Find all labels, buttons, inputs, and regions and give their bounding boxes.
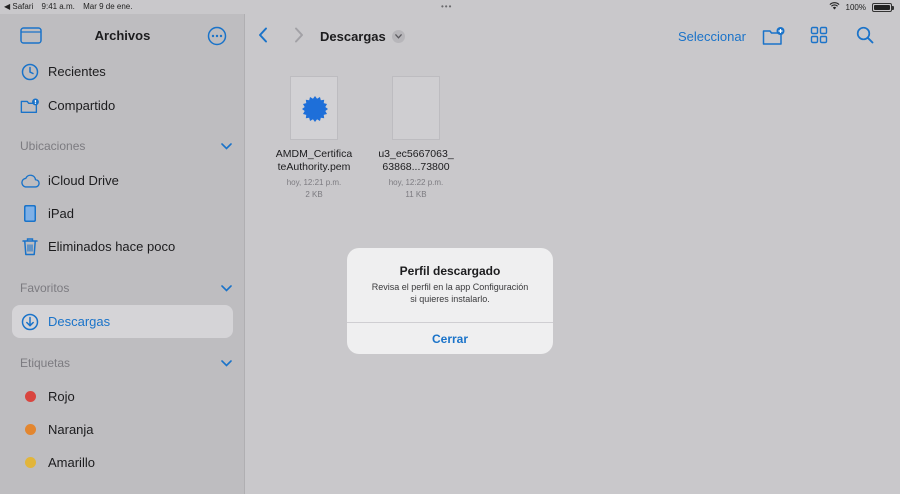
file-item[interactable]: u3_ec5667063_ 63868...73800 hoy, 12:22 p… — [361, 76, 471, 201]
sidebar-item-label: Eliminados hace poco — [48, 239, 176, 254]
status-bar: ◀ Safari 9:41 a.m. Mar 9 de ene. ••• 100… — [0, 0, 900, 14]
multitasking-dots[interactable]: ••• — [441, 2, 452, 11]
tag-color-dot-icon — [20, 420, 40, 440]
sidebar-item-descargas[interactable]: Descargas — [12, 305, 233, 338]
chevron-down-icon — [391, 30, 405, 43]
sidebar-item-label: Compartido — [48, 98, 116, 113]
trash-icon — [20, 237, 40, 257]
sidebar-item-label: iPad — [48, 206, 75, 221]
file-meta: hoy, 12:22 p.m. 11 KB — [388, 178, 444, 199]
sidebar-item-icloud-drive[interactable]: iCloud Drive — [12, 164, 233, 197]
toolbar: Descargas Seleccionar — [246, 22, 900, 50]
alert-message: Revisa el perfil en la app Configuración… — [371, 282, 529, 304]
search-icon[interactable] — [856, 26, 874, 49]
clock-icon — [20, 62, 40, 82]
alert-title: Perfil descargado — [399, 264, 501, 278]
profile-downloaded-alert: Perfil descargado Revisa el perfil en la… — [347, 248, 553, 354]
sidebar-item-recientes[interactable]: Recientes — [12, 55, 233, 88]
ipad-icon — [20, 204, 40, 224]
back-chevron-icon[interactable] — [258, 27, 268, 48]
section-ubicaciones[interactable]: Ubicaciones — [20, 136, 232, 156]
chevron-down-icon[interactable] — [221, 356, 232, 370]
status-right: 100% — [829, 2, 894, 12]
folder-title-menu[interactable]: Descargas — [320, 29, 405, 44]
file-meta: hoy, 12:21 p.m. 2 KB — [286, 178, 342, 199]
shared-folder-icon — [20, 96, 40, 116]
sidebar-item-label: Naranja — [48, 422, 94, 437]
folder-title: Descargas — [320, 29, 386, 44]
battery-percent: 100% — [845, 2, 866, 12]
sidebar-item-label: Descargas — [48, 314, 111, 329]
sidebar-item-label: Rojo — [48, 389, 75, 404]
section-label: Ubicaciones — [20, 139, 86, 153]
sidebar-item-label: Recientes — [48, 64, 106, 79]
file-item[interactable]: AMDM_Certifica teAuthority.pem hoy, 12:2… — [259, 76, 369, 201]
status-left: ◀ Safari 9:41 a.m. Mar 9 de ene. — [4, 2, 138, 11]
forward-chevron-icon[interactable] — [294, 27, 304, 48]
sidebar-item-ipad[interactable]: iPad — [12, 197, 233, 230]
sidebar-item-label: iCloud Drive — [48, 173, 119, 188]
blank-document-icon — [392, 76, 440, 140]
sidebar-item-eliminados[interactable]: Eliminados hace poco — [12, 230, 233, 263]
sidebar-toggle-icon[interactable] — [20, 27, 42, 49]
download-icon — [20, 312, 40, 332]
cloud-icon — [20, 171, 40, 191]
status-time: 9:41 a.m. — [41, 2, 75, 11]
more-options-icon[interactable] — [207, 26, 227, 51]
select-button[interactable]: Seleccionar — [678, 29, 746, 44]
battery-fill — [874, 4, 890, 10]
chevron-down-icon[interactable] — [221, 281, 232, 295]
sidebar-item-tag-naranja[interactable]: Naranja — [12, 413, 233, 446]
grid-view-icon[interactable] — [810, 26, 828, 49]
battery-icon — [872, 2, 894, 12]
sidebar-item-compartido[interactable]: Compartido — [12, 89, 233, 122]
section-etiquetas[interactable]: Etiquetas — [20, 353, 232, 373]
tag-color-dot-icon — [20, 453, 40, 473]
main-content: Descargas Seleccionar AMDM_Certifica teA… — [246, 14, 900, 494]
wifi-icon — [829, 2, 840, 12]
sidebar-item-tag-amarillo[interactable]: Amarillo — [12, 446, 233, 479]
status-date: Mar 9 de ene. — [83, 2, 133, 11]
tag-color-dot-icon — [20, 387, 40, 407]
certificate-badge-icon — [301, 95, 329, 128]
section-label: Favoritos — [20, 281, 70, 295]
sidebar-item-label: Amarillo — [48, 455, 95, 470]
section-favoritos[interactable]: Favoritos — [20, 278, 232, 298]
sidebar-header: Archivos — [0, 24, 245, 48]
close-button[interactable]: Cerrar — [347, 323, 553, 354]
file-name: u3_ec5667063_ 63868...73800 — [378, 148, 454, 173]
sidebar: Archivos Recientes Compartido Ubicacione… — [0, 14, 245, 494]
back-to-app-link[interactable]: ◀ Safari — [4, 2, 33, 11]
chevron-down-icon[interactable] — [221, 139, 232, 153]
file-thumbnail — [290, 76, 338, 140]
new-folder-icon[interactable] — [762, 26, 786, 51]
ipad-screen: ◀ Safari 9:41 a.m. Mar 9 de ene. ••• 100… — [0, 0, 900, 494]
section-label: Etiquetas — [20, 356, 71, 370]
sidebar-item-tag-rojo[interactable]: Rojo — [12, 380, 233, 413]
file-name: AMDM_Certifica teAuthority.pem — [275, 148, 353, 173]
